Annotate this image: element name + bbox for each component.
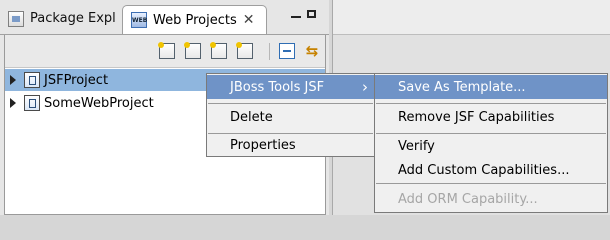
new-project-icon[interactable] <box>158 42 175 59</box>
collapse-all-icon[interactable] <box>279 43 295 59</box>
menu-item-label: Properties <box>230 137 296 153</box>
tree-item-label: SomeWebProject <box>44 95 154 111</box>
toolbar-separator <box>269 43 270 60</box>
tab-label: Web Projects <box>153 12 237 28</box>
expand-arrow-icon[interactable] <box>10 98 16 108</box>
tab-label: Package Expl <box>30 11 116 26</box>
tab-web-projects[interactable]: Web Projects ✕ <box>122 5 267 34</box>
web-project-icon <box>24 95 40 111</box>
web-project-icon <box>24 72 40 88</box>
menu-separator <box>208 103 373 104</box>
menu-item-add-custom-capabilities[interactable]: Add Custom Capabilities... <box>375 158 607 182</box>
tree-item-label: JSFProject <box>44 72 109 88</box>
menu-item-add-orm-capability: Add ORM Capability... <box>375 187 607 211</box>
menu-item-label: Delete <box>230 109 273 125</box>
maximize-icon[interactable] <box>307 10 316 18</box>
new-jsf-project-icon[interactable] <box>184 42 201 59</box>
editor-area-header <box>333 0 610 35</box>
submenu-arrow-icon: › <box>362 78 368 96</box>
menu-item-delete[interactable]: Delete <box>207 105 374 129</box>
menu-item-label: JBoss Tools JSF <box>230 79 325 95</box>
context-menu: JBoss Tools JSF › Delete Properties <box>206 73 375 157</box>
web-projects-icon <box>131 12 147 28</box>
menu-item-properties[interactable]: Properties <box>207 133 374 157</box>
view-tab-bar: Package Expl Web Projects ✕ <box>0 0 329 35</box>
menu-item-verify[interactable]: Verify <box>375 134 607 158</box>
import-project-icon[interactable] <box>210 42 227 59</box>
menu-item-label: Add Custom Capabilities... <box>398 162 570 178</box>
package-explorer-icon <box>8 10 24 27</box>
menu-item-label: Add ORM Capability... <box>398 191 538 207</box>
menu-item-jboss-tools-jsf[interactable]: JBoss Tools JSF › <box>207 75 374 99</box>
menu-item-label: Save As Template... <box>398 79 526 95</box>
menu-item-save-as-template[interactable]: Save As Template... <box>375 75 607 99</box>
tab-package-explorer[interactable]: Package Expl <box>0 4 120 33</box>
menu-separator <box>376 183 606 184</box>
view-window-controls <box>291 10 316 18</box>
menu-separator <box>376 103 606 104</box>
jboss-tools-jsf-submenu: Save As Template... Remove JSF Capabilit… <box>374 73 608 213</box>
view-toolbar: ⇆ <box>5 35 325 68</box>
expand-arrow-icon[interactable] <box>10 75 16 85</box>
import-web-project-icon[interactable] <box>236 42 253 59</box>
link-with-editor-icon[interactable]: ⇆ <box>304 43 320 59</box>
menu-item-remove-jsf-capabilities[interactable]: Remove JSF Capabilities <box>375 105 607 129</box>
menu-item-label: Remove JSF Capabilities <box>398 109 555 125</box>
minimize-icon[interactable] <box>291 16 301 18</box>
close-icon[interactable]: ✕ <box>243 12 255 28</box>
menu-item-label: Verify <box>398 138 435 154</box>
